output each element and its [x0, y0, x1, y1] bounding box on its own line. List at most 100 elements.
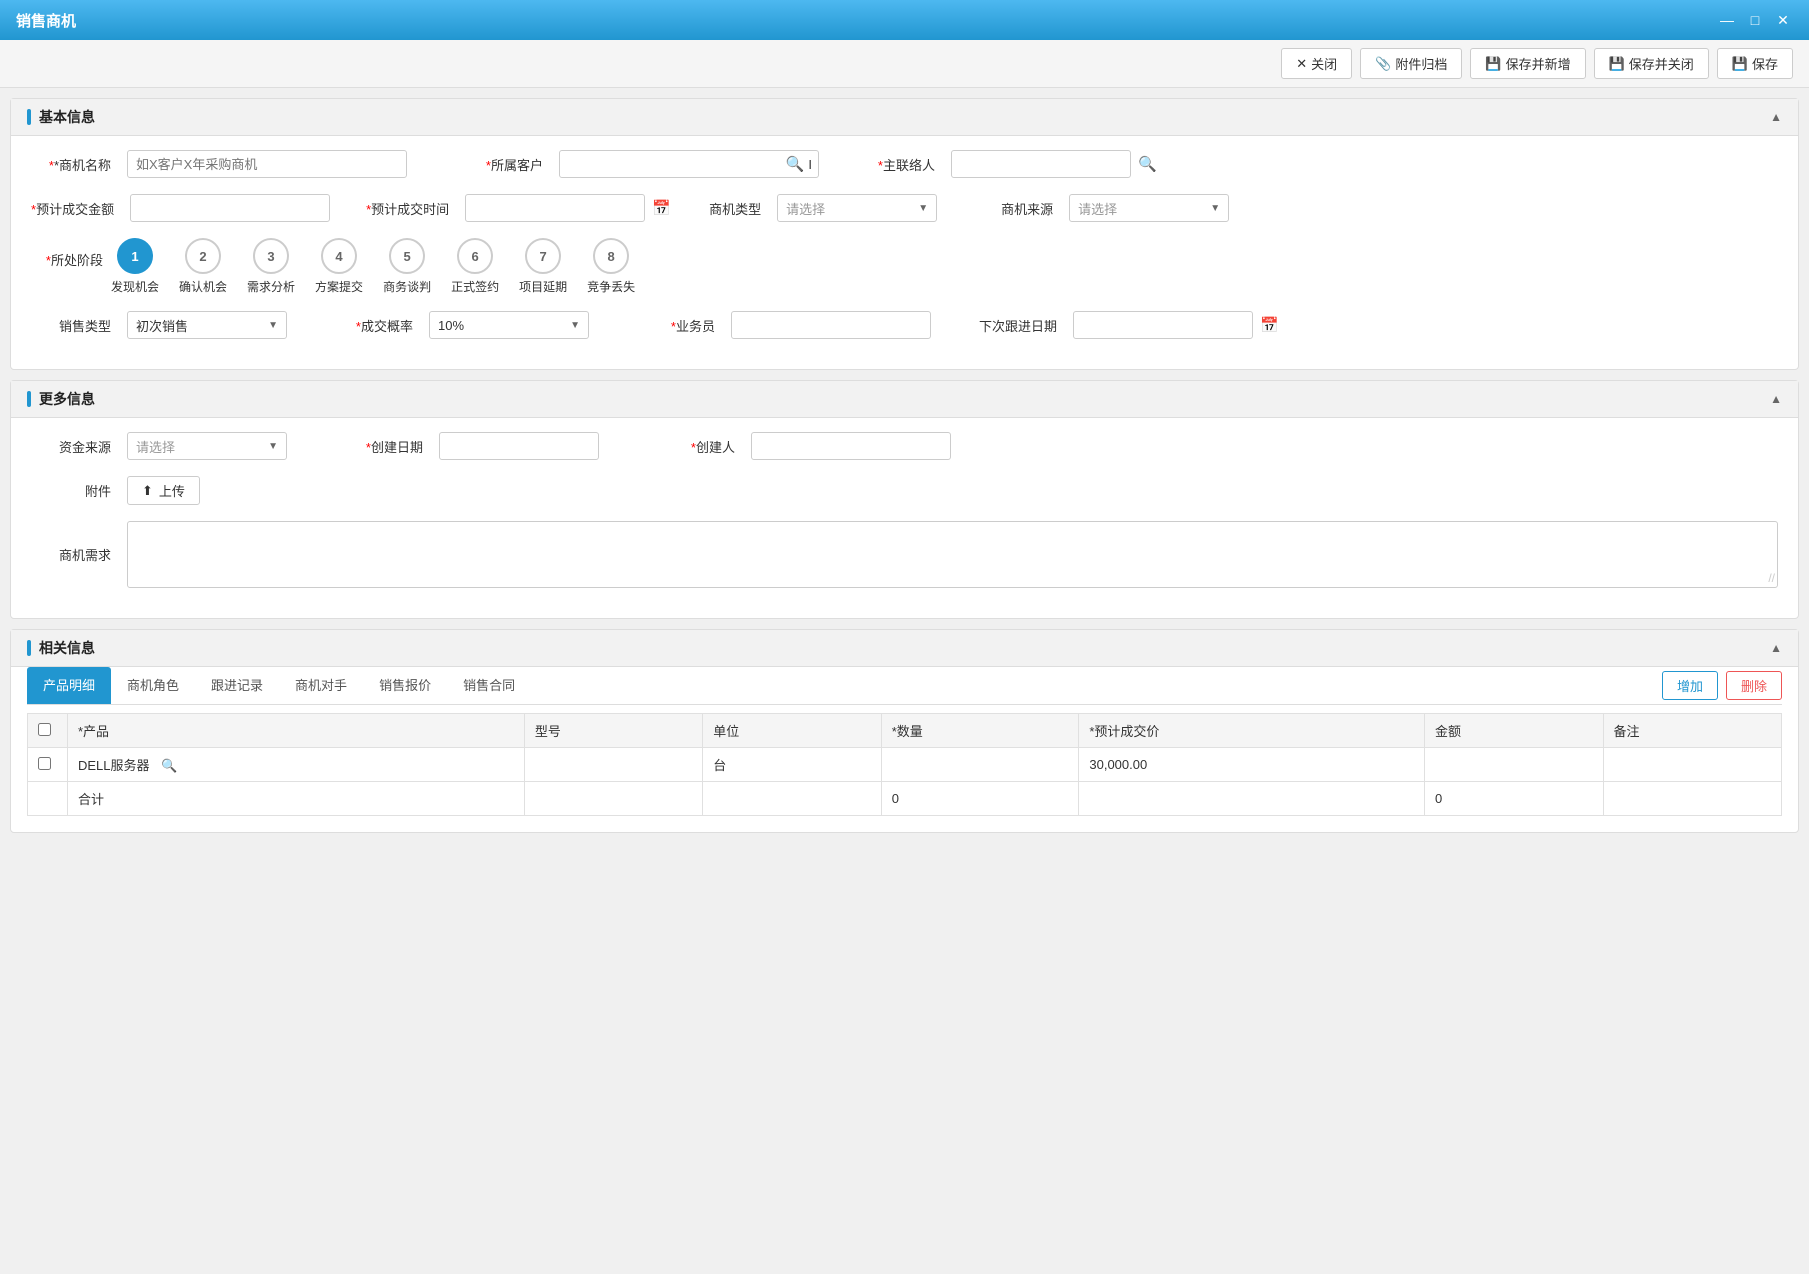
tab-0[interactable]: 产品明细: [27, 667, 111, 704]
window-controls: — □ ✕: [1717, 10, 1793, 30]
app-title: 销售商机: [16, 10, 76, 31]
more-info-header[interactable]: 更多信息 ▲: [11, 381, 1798, 418]
more-info-form: 资金来源 请选择 ▼ *创建日期 2022-11-18 *创建人 801 - 袁…: [11, 418, 1798, 618]
col-header-0: [28, 714, 68, 748]
basic-info-title: 基本信息: [27, 107, 95, 127]
table-row: DELL服务器 🔍台30,000.00: [28, 748, 1782, 782]
estimated-amount-input[interactable]: [130, 194, 330, 222]
more-info-title: 更多信息: [27, 389, 95, 409]
col-header-2: 型号: [524, 714, 702, 748]
stage-item-1[interactable]: 1发现机会: [111, 238, 159, 295]
followup-input-wrapper[interactable]: 📅: [1073, 311, 1253, 339]
col-header-4: *数量: [881, 714, 1079, 748]
stage-item-2[interactable]: 2确认机会: [179, 238, 227, 295]
stage-item-6[interactable]: 6正式签约: [451, 238, 499, 295]
stage-item-4[interactable]: 4 方案提交: [315, 238, 363, 295]
followup-input[interactable]: [1080, 318, 1256, 333]
tab-3[interactable]: 商机对手: [279, 667, 363, 704]
sales-type-select[interactable]: 初次销售 ▼: [127, 311, 287, 339]
stage-label: *所处阶段: [31, 238, 111, 269]
salesperson-input-wrapper[interactable]: 823 - 马小帅: [731, 311, 931, 339]
stage-item-3[interactable]: 3需求分析: [247, 238, 295, 295]
contact-label: *主联络人: [855, 155, 935, 174]
product-table: *产品型号单位*数量*预计成交价金额备注 DELL服务器 🔍台30,000.00…: [27, 713, 1782, 816]
delete-row-button[interactable]: 删除: [1726, 671, 1782, 700]
customer-input-wrapper[interactable]: 中国人民大学出版社有限公 🔍 I: [559, 150, 819, 178]
close-icon: ✕: [1296, 56, 1307, 72]
tab-1[interactable]: 商机角色: [111, 667, 195, 704]
cell-amount-0: [1425, 748, 1603, 782]
select-all-checkbox[interactable]: [38, 723, 51, 736]
stage-circle-7: 7: [525, 238, 561, 274]
creator-input[interactable]: 801 - 袁朗: [751, 432, 951, 460]
basic-info-header[interactable]: 基本信息 ▲: [11, 99, 1798, 136]
rate-select[interactable]: 10% ▼: [429, 311, 589, 339]
close-button[interactable]: ✕: [1773, 10, 1793, 30]
row-requirement: 商机需求 //: [31, 521, 1778, 588]
requirement-textarea[interactable]: [136, 528, 1769, 578]
stage-circle-5: 5: [389, 238, 425, 274]
followup-calendar-icon[interactable]: 📅: [1260, 316, 1279, 334]
row-checkbox-0[interactable]: [38, 757, 51, 770]
stage-circle-2: 2: [185, 238, 221, 274]
cell-unit-0: 台: [703, 748, 881, 782]
save-close-icon: 💾: [1609, 56, 1625, 72]
time-input[interactable]: [472, 201, 648, 216]
customer-search-icon[interactable]: 🔍: [786, 155, 805, 173]
stage-item-5[interactable]: 5 商务谈判: [383, 238, 431, 295]
contact-input[interactable]: 小板凳: [958, 157, 1134, 172]
total-empty2: [703, 782, 881, 816]
close-toolbar-button[interactable]: ✕ 关闭: [1281, 48, 1352, 79]
contact-input-wrapper[interactable]: 小板凳 🔍: [951, 150, 1131, 178]
col-header-5: *预计成交价: [1079, 714, 1425, 748]
related-info-header[interactable]: 相关信息 ▲: [11, 630, 1798, 667]
total-empty4: [1603, 782, 1782, 816]
minimize-button[interactable]: —: [1717, 10, 1737, 30]
stage-name-5: 商务谈判: [383, 278, 431, 295]
tab-4[interactable]: 销售报价: [363, 667, 447, 704]
save-close-button[interactable]: 💾 保存并关闭: [1594, 48, 1709, 79]
product-search-icon-0[interactable]: 🔍: [161, 758, 177, 773]
add-row-button[interactable]: 增加: [1662, 671, 1718, 700]
upload-button[interactable]: ⬆ 上传: [127, 476, 200, 505]
row-opportunity-name: **商机名称 *所属客户 中国人民大学出版社有限公 🔍 I *主联络人 小板凳 …: [31, 150, 1778, 178]
time-calendar-icon[interactable]: 📅: [652, 199, 671, 217]
row-fund-source: 资金来源 请选择 ▼ *创建日期 2022-11-18 *创建人 801 - 袁…: [31, 432, 1778, 460]
opp-type-select[interactable]: 请选择 ▼: [777, 194, 937, 222]
save-new-button[interactable]: 💾 保存并新增: [1470, 48, 1585, 79]
related-info-section: 相关信息 ▲ 产品明细商机角色跟进记录商机对手销售报价销售合同 增加 删除 *产…: [10, 629, 1799, 833]
row-stage: *所处阶段 1发现机会 2确认机会 3需求分析 4 方案提交 5 商务谈判 6正式签约 7项目延…: [31, 238, 1778, 295]
time-input-wrapper[interactable]: 📅: [465, 194, 645, 222]
salesperson-label: *业务员: [635, 316, 715, 335]
table-header: *产品型号单位*数量*预计成交价金额备注: [28, 714, 1782, 748]
tab-action-buttons: 增加 删除: [1662, 671, 1782, 700]
fund-source-arrow-icon: ▼: [268, 441, 278, 452]
restore-button[interactable]: □: [1745, 10, 1765, 30]
attachment-archive-button[interactable]: 📎 附件归档: [1360, 48, 1462, 79]
stage-item-7[interactable]: 7项目延期: [519, 238, 567, 295]
save-button[interactable]: 💾 保存: [1717, 48, 1793, 79]
salesperson-input[interactable]: 823 - 马小帅: [738, 318, 924, 333]
create-date-input[interactable]: 2022-11-18: [439, 432, 599, 460]
contact-search-icon[interactable]: 🔍: [1138, 155, 1157, 173]
table-body: DELL服务器 🔍台30,000.00 合计 0 0: [28, 748, 1782, 816]
stage-name-4: 方案提交: [315, 278, 363, 295]
tab-5[interactable]: 销售合同: [447, 667, 531, 704]
total-cb-cell: [28, 782, 68, 816]
customer-input[interactable]: 中国人民大学出版社有限公: [566, 157, 782, 172]
stage-circle-4: 4: [321, 238, 357, 274]
related-info-title: 相关信息: [27, 638, 95, 658]
source-select[interactable]: 请选择 ▼: [1069, 194, 1229, 222]
opp-type-label: 商机类型: [681, 199, 761, 218]
opportunity-name-label: **商机名称: [31, 155, 111, 174]
stage-circle-6: 6: [457, 238, 493, 274]
stage-item-8[interactable]: 8竞争丢失: [587, 238, 635, 295]
total-amount: 0: [1425, 782, 1603, 816]
tab-2[interactable]: 跟进记录: [195, 667, 279, 704]
cell-remark-0: [1603, 748, 1782, 782]
stage-name-8: 竞争丢失: [587, 278, 635, 295]
fund-source-select[interactable]: 请选择 ▼: [127, 432, 287, 460]
stage-circle-1: 1: [117, 238, 153, 274]
opportunity-name-input[interactable]: [127, 150, 407, 178]
stage-circle-3: 3: [253, 238, 289, 274]
